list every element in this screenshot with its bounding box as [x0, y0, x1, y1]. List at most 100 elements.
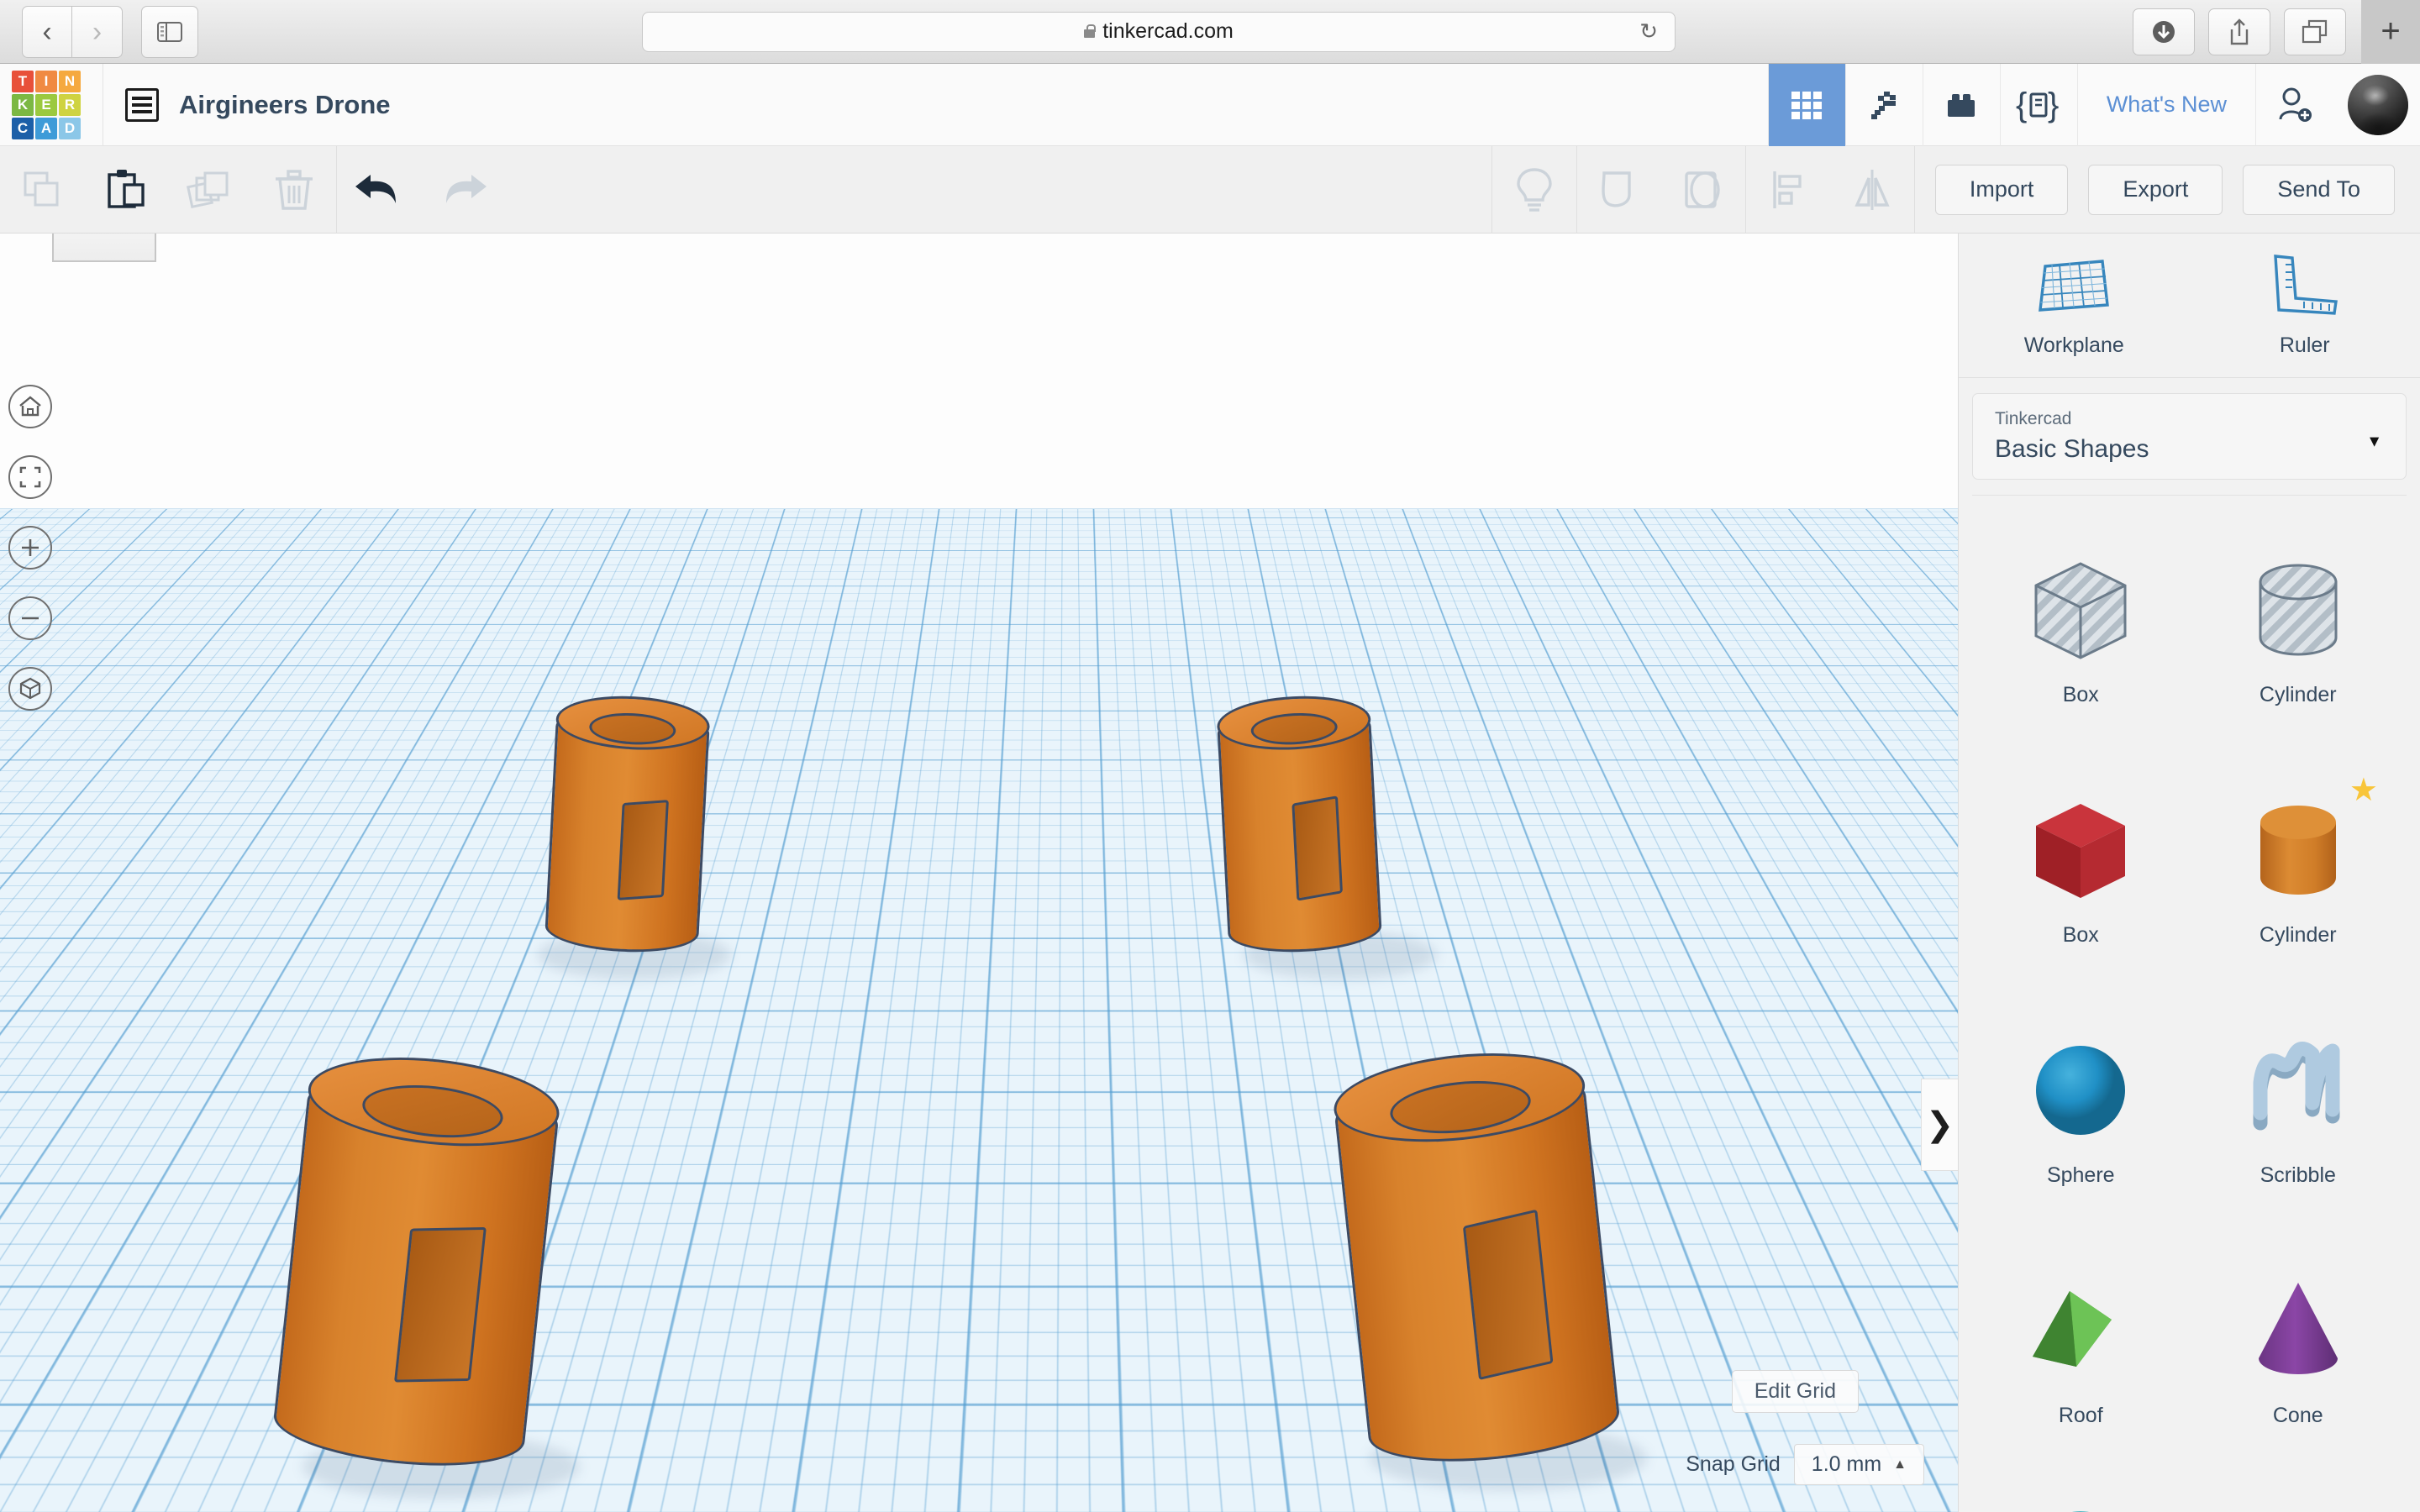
send-to-button[interactable]: Send To	[2243, 164, 2395, 215]
gallery-icon[interactable]	[1767, 63, 1845, 146]
copy-glyph	[24, 171, 59, 206]
copy-icon[interactable]	[0, 146, 84, 234]
scribble-preview	[2235, 1029, 2361, 1155]
align-icon[interactable]	[1746, 146, 1830, 234]
export-button[interactable]: Export	[2088, 164, 2223, 215]
delete-icon[interactable]	[252, 146, 336, 234]
new-tab-button[interactable]: +	[2361, 0, 2420, 64]
drone-motor-tube-front-right[interactable]	[1329, 1042, 1623, 1473]
share-button[interactable]	[2208, 8, 2270, 55]
teal-shape-preview	[2018, 1473, 2144, 1512]
lightbulb-icon[interactable]	[1492, 146, 1576, 234]
import-button[interactable]: Import	[1934, 164, 2069, 215]
reload-icon[interactable]: ↻	[1639, 18, 1658, 45]
redo-icon[interactable]	[421, 146, 505, 234]
library-selector[interactable]: Tinkercad Basic Shapes ▼	[1972, 393, 2407, 480]
shape-label: Box	[2062, 682, 2099, 706]
drone-motor-tube-front-left[interactable]	[270, 1046, 564, 1477]
ruler-icon	[2273, 255, 2338, 315]
library-group-label: Tinkercad	[1995, 409, 2072, 428]
view-controls	[8, 385, 52, 738]
workplane-tool[interactable]: Workplane	[1959, 234, 2190, 377]
paste-glyph	[108, 169, 145, 208]
tinkercad-logo[interactable]: T I N K E R C A D	[12, 70, 81, 139]
ungroup-glyph	[1685, 171, 1720, 208]
url-bar[interactable]: tinkercad.com ↻	[642, 11, 1676, 52]
zoom-out-button[interactable]	[8, 596, 52, 640]
shape-label: Cone	[2272, 1403, 2323, 1427]
shape-item-sphere[interactable]: Sphere	[1972, 988, 2190, 1228]
brick-glyph	[1948, 93, 1975, 117]
share-icon	[2230, 18, 2249, 45]
tube-slot-cutout	[1462, 1209, 1554, 1380]
minecraft-pickaxe-icon[interactable]	[1844, 63, 1923, 146]
ruler-tool[interactable]: Ruler	[2190, 234, 2420, 377]
downloads-button[interactable]	[2133, 8, 2195, 55]
shape-item-scribble[interactable]: Scribble	[2190, 988, 2407, 1228]
cube-icon	[19, 677, 41, 700]
fit-view-icon	[19, 466, 41, 488]
url-text: tinkercad.com	[1102, 19, 1234, 43]
cylinder-hole-preview	[2235, 549, 2361, 675]
tube-slot-cutout	[1292, 795, 1344, 901]
lightbulb-glyph	[1517, 167, 1552, 212]
list-document-icon[interactable]	[125, 87, 159, 122]
workplane-icon	[2039, 260, 2110, 312]
mirror-icon[interactable]	[1830, 146, 1914, 234]
shape-label: Roof	[2058, 1403, 2103, 1427]
shape-label: Scribble	[2260, 1163, 2336, 1187]
add-user-glyph	[2279, 87, 2312, 122]
shape-label: Sphere	[2046, 1163, 2115, 1187]
shape-label: Cylinder	[2259, 682, 2337, 706]
caret-up-icon: ▲	[1893, 1457, 1907, 1472]
snap-grid-value: 1.0 mm	[1811, 1452, 1882, 1476]
shape-item-partial-red[interactable]	[2190, 1468, 2407, 1512]
shape-item-cylinder-hole[interactable]: Cylinder	[2190, 507, 2407, 748]
logo-letter: A	[35, 117, 57, 139]
user-avatar[interactable]	[2348, 74, 2408, 135]
paste-icon[interactable]	[84, 146, 168, 234]
shape-item-cylinder-solid[interactable]: ★ Cylinder	[2190, 748, 2407, 988]
logo-letter: D	[59, 117, 81, 139]
shape-item-cone[interactable]: Cone	[2190, 1228, 2407, 1468]
group-icon[interactable]	[1577, 146, 1661, 234]
snap-grid-select[interactable]: 1.0 mm ▲	[1793, 1444, 1924, 1485]
zoom-in-button[interactable]	[8, 526, 52, 570]
mirror-glyph	[1854, 169, 1890, 210]
lego-brick-icon[interactable]	[1922, 63, 2000, 146]
tab-overview-button[interactable]	[2284, 8, 2346, 55]
cone-preview	[2235, 1269, 2361, 1395]
drone-motor-tube-rear-right[interactable]	[1215, 691, 1383, 956]
perspective-toggle-button[interactable]	[8, 667, 52, 711]
3d-workplane-canvas[interactable]: TOP FRONT	[0, 234, 1958, 1512]
drone-motor-tube-rear-left[interactable]	[544, 691, 712, 956]
panel-collapse-button[interactable]: ❯	[1921, 1079, 1958, 1171]
view-cube-front-face[interactable]: FRONT	[52, 234, 156, 262]
chevron-right-icon: ›	[92, 15, 103, 48]
fit-to-view-button[interactable]	[8, 455, 52, 499]
group-glyph	[1602, 171, 1631, 207]
shape-item-box-hole[interactable]: Box	[1972, 507, 2190, 748]
add-user-icon[interactable]	[2255, 63, 2333, 146]
home-view-button[interactable]	[8, 385, 52, 428]
sidebar-toggle-button[interactable]	[141, 5, 198, 58]
undo-icon[interactable]	[337, 146, 421, 234]
shape-item-box-solid[interactable]: Box	[1972, 748, 2190, 988]
lock-icon	[1084, 24, 1097, 38]
sidebar-toggle-icon	[157, 21, 182, 42]
browser-nav-group: ‹ ›	[22, 5, 198, 58]
shape-item-roof[interactable]: Roof	[1972, 1228, 2190, 1468]
ungroup-icon[interactable]	[1661, 146, 1745, 234]
logo-letter: K	[12, 93, 34, 116]
browser-back-button[interactable]: ‹	[22, 5, 72, 58]
duplicate-icon[interactable]	[168, 146, 252, 234]
shape-item-partial-teal[interactable]	[1972, 1468, 2190, 1512]
view-cube[interactable]: TOP FRONT	[39, 234, 182, 292]
whats-new-link[interactable]: What's New	[2076, 63, 2255, 146]
codeblocks-icon[interactable]: { }	[1999, 63, 2077, 146]
browser-forward-button[interactable]: ›	[72, 5, 123, 58]
box-solid-preview	[2018, 789, 2144, 915]
align-glyph	[1773, 171, 1802, 208]
edit-grid-button[interactable]: Edit Grid	[1731, 1370, 1859, 1413]
ruler-tool-label: Ruler	[2279, 333, 2330, 357]
